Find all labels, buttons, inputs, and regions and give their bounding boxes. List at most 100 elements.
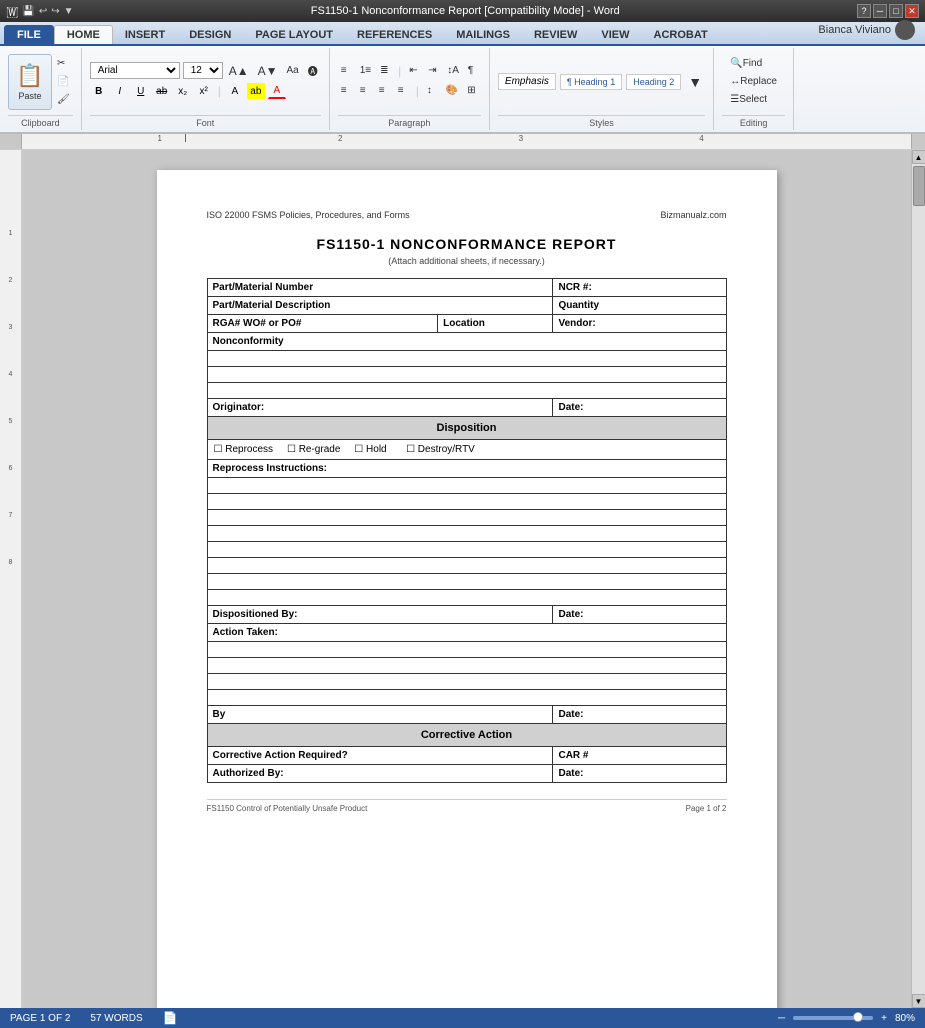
styles-more-button[interactable]: ▼	[685, 74, 705, 90]
zoom-in-button[interactable]: +	[881, 1013, 887, 1024]
font-size-select[interactable]: 12	[183, 62, 223, 79]
originator-date-label: Date:	[553, 399, 726, 417]
find-button[interactable]: 🔍 Find	[727, 56, 765, 72]
paste-button[interactable]: 📋 Paste	[8, 54, 52, 110]
table-row: ☐ Reprocess ☐ Re-grade ☐ Hold ☐ Destroy/…	[207, 440, 726, 460]
styles-group-label: Styles	[498, 115, 705, 128]
ribbon-tab-bar: FILE HOME INSERT DESIGN PAGE LAYOUT REFE…	[0, 22, 925, 46]
table-row	[207, 367, 726, 383]
bold-button[interactable]: B	[90, 83, 108, 99]
align-left-button[interactable]: ≡	[338, 83, 354, 99]
window-title: FS1150-1 Nonconformance Report [Compatib…	[74, 5, 857, 17]
underline-button[interactable]: U	[132, 83, 150, 99]
table-row	[207, 542, 726, 558]
show-formatting-button[interactable]: ¶	[465, 63, 481, 79]
copy-button[interactable]: 📄	[54, 74, 73, 90]
style-emphasis[interactable]: Emphasis	[498, 73, 556, 90]
multilevel-button[interactable]: ≣	[377, 63, 393, 79]
table-row: Dispositioned By: Date:	[207, 606, 726, 624]
text-effect-button[interactable]: A	[226, 83, 244, 99]
ribbon-content: 📋 Paste ✂ 📄 🖌 Clipboard Arial 12 A▲ A▼	[0, 46, 925, 134]
user-avatar	[895, 20, 915, 40]
tab-design[interactable]: DESIGN	[177, 26, 243, 44]
main-area: 123 45 67 8 ISO 22000 FSMS Policies, Pro…	[0, 150, 925, 1008]
font-shrink-button[interactable]: A▼	[255, 63, 281, 79]
shading-button[interactable]: 🎨	[443, 83, 461, 99]
replace-button[interactable]: ↔ Replace	[727, 74, 780, 90]
table-row: Part/Material Description Quantity	[207, 297, 726, 315]
zoom-thumb[interactable]	[853, 1012, 863, 1022]
tab-references[interactable]: REFERENCES	[345, 26, 444, 44]
scroll-thumb[interactable]	[913, 166, 925, 206]
user-menu[interactable]: Bianca Viviano	[808, 16, 925, 44]
page-footer: FS1150 Control of Potentially Unsafe Pro…	[207, 799, 727, 813]
tab-mailings[interactable]: MAILINGS	[444, 26, 522, 44]
hold-checkbox[interactable]: ☐ Hold	[354, 444, 386, 455]
cut-button[interactable]: ✂	[54, 56, 73, 72]
tab-insert[interactable]: INSERT	[113, 26, 177, 44]
style-heading2[interactable]: Heading 2	[626, 74, 681, 90]
tab-review[interactable]: REVIEW	[522, 26, 589, 44]
select-button[interactable]: ☰ Select	[727, 92, 770, 108]
scroll-up-button[interactable]: ▲	[912, 150, 925, 164]
font-color-button[interactable]: A	[268, 83, 286, 99]
paragraph-group: ≡ 1≡ ≣ | ⇤ ⇥ ↕A ¶ ≡ ≡ ≡ ≡ | ↕ 🎨 ⊞ Paragr…	[330, 48, 490, 130]
document-title: FS1150-1 NONCONFORMANCE REPORT	[207, 236, 727, 252]
font-grow-button[interactable]: A▲	[226, 63, 252, 79]
tab-file[interactable]: FILE	[4, 25, 54, 44]
reprocess-instructions-label: Reprocess Instructions:	[207, 460, 726, 478]
footer-left: FS1150 Control of Potentially Unsafe Pro…	[207, 804, 368, 813]
reprocess-checkbox[interactable]: ☐ Reprocess	[214, 444, 274, 455]
zoom-out-button[interactable]: ─	[778, 1013, 785, 1024]
borders-button[interactable]: ⊞	[464, 83, 480, 99]
disposition-header: Disposition	[207, 417, 726, 440]
vendor-label: Vendor:	[553, 315, 726, 333]
justify-button[interactable]: ≡	[395, 83, 411, 99]
font-name-select[interactable]: Arial	[90, 62, 180, 79]
editing-group: 🔍 Find ↔ Replace ☰ Select Editing	[714, 48, 794, 130]
strikethrough-button[interactable]: ab	[153, 83, 171, 99]
style-heading1[interactable]: ¶ Heading 1	[560, 74, 622, 90]
align-center-button[interactable]: ≡	[357, 83, 373, 99]
quick-save[interactable]: 💾	[22, 6, 34, 17]
ruler-indent-marker[interactable]	[185, 134, 186, 142]
italic-button[interactable]: I	[111, 83, 129, 99]
align-right-button[interactable]: ≡	[376, 83, 392, 99]
paste-icon: 📋	[16, 63, 43, 89]
change-case-button[interactable]: Aa	[283, 63, 301, 79]
horizontal-ruler: 1 2 3 4	[0, 134, 925, 150]
v-ruler-marks: 123 45 67 8	[0, 230, 21, 566]
superscript-button[interactable]: x²	[195, 83, 213, 99]
vertical-scrollbar[interactable]: ▲ ▼	[911, 150, 925, 1008]
dispositioned-by-label: Dispositioned By:	[207, 606, 553, 624]
table-row	[207, 590, 726, 606]
quick-more[interactable]: ▼	[64, 6, 74, 17]
decrease-indent-button[interactable]: ⇤	[406, 63, 422, 79]
increase-indent-button[interactable]: ⇥	[425, 63, 441, 79]
sort-button[interactable]: ↕A	[444, 63, 462, 79]
form-table: Part/Material Number NCR #: Part/Materia…	[207, 278, 727, 783]
by-label: By	[207, 706, 553, 724]
line-spacing-button[interactable]: ↕	[424, 83, 440, 99]
clear-format-button[interactable]: 🅐	[305, 63, 321, 79]
table-row	[207, 658, 726, 674]
tab-view[interactable]: VIEW	[589, 26, 641, 44]
ruler-mark-3: 3	[519, 134, 523, 143]
part-desc-label: Part/Material Description	[207, 297, 553, 315]
numbering-button[interactable]: 1≡	[357, 63, 374, 79]
scroll-down-button[interactable]: ▼	[912, 994, 925, 1008]
ruler-mark-1: 1	[157, 134, 161, 143]
destroy-checkbox[interactable]: ☐ Destroy/RTV	[406, 444, 475, 455]
quick-undo[interactable]: ↩	[39, 6, 47, 17]
format-painter-button[interactable]: 🖌	[54, 92, 73, 108]
layout-icon[interactable]: 📄	[163, 1011, 178, 1025]
regrade-checkbox[interactable]: ☐ Re-grade	[287, 444, 340, 455]
highlight-button[interactable]: ab	[247, 83, 265, 99]
zoom-slider[interactable]	[793, 1016, 873, 1020]
quick-redo[interactable]: ↪	[51, 6, 59, 17]
tab-acrobat[interactable]: ACROBAT	[642, 26, 720, 44]
tab-page-layout[interactable]: PAGE LAYOUT	[243, 26, 345, 44]
bullets-button[interactable]: ≡	[338, 63, 354, 79]
tab-home[interactable]: HOME	[54, 25, 113, 44]
subscript-button[interactable]: x₂	[174, 83, 192, 99]
